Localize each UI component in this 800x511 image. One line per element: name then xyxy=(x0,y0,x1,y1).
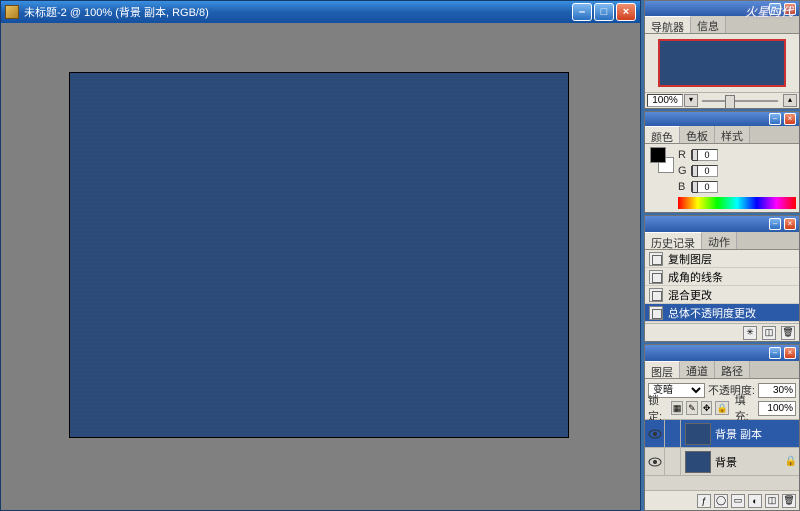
r-label: R xyxy=(678,149,688,161)
layer-row[interactable]: 背景 🔒 xyxy=(645,448,799,476)
layer-mask-icon[interactable]: ◯ xyxy=(714,494,728,508)
layer-name[interactable]: 背景 xyxy=(715,454,783,470)
lock-pixels-icon[interactable]: ✎ xyxy=(686,401,698,415)
adjustment-layer-icon[interactable]: ◐ xyxy=(748,494,762,508)
layers-panel: – × 图层 通道 路径 变暗 不透明度: 锁定: ▦ ✎ ✥ 🔒 填充: xyxy=(644,344,800,511)
history-label: 总体不透明度更改 xyxy=(668,305,756,321)
tab-styles[interactable]: 样式 xyxy=(715,126,750,143)
new-snapshot-icon[interactable]: ✳ xyxy=(743,326,757,340)
window-title: 未标题-2 @ 100% (背景 副本, RGB/8) xyxy=(24,4,572,20)
delete-layer-icon[interactable]: 🗑 xyxy=(782,494,796,508)
panel-minimize-icon[interactable]: – xyxy=(769,113,781,125)
panel-header[interactable]: – × xyxy=(645,216,799,232)
g-value[interactable]: 0 xyxy=(696,165,718,177)
navigator-thumbnail[interactable] xyxy=(658,39,786,87)
tab-swatches[interactable]: 色板 xyxy=(680,126,715,143)
color-spectrum[interactable] xyxy=(678,197,796,209)
opacity-input[interactable] xyxy=(758,383,796,398)
panel-minimize-icon[interactable]: – xyxy=(769,218,781,230)
history-panel: – × 历史记录 动作 复制图层 成角的线条 混合更改 总体不透明度更改 ✳ ◫… xyxy=(644,215,800,342)
layer-style-icon[interactable]: ƒ xyxy=(697,494,711,508)
tab-paths[interactable]: 路径 xyxy=(715,361,750,378)
fill-input[interactable] xyxy=(758,401,796,416)
g-slider[interactable] xyxy=(691,166,693,176)
history-item[interactable]: 总体不透明度更改 xyxy=(645,304,799,322)
layer-name[interactable]: 背景 副本 xyxy=(715,426,799,442)
panel-dock: 火星时代 – × 导航器 信息 ▾ ▴ – × 颜色 色板 样式 xyxy=(644,0,800,511)
minimize-button[interactable]: – xyxy=(572,3,592,21)
panel-header[interactable]: – × xyxy=(645,112,799,126)
history-step-icon xyxy=(649,270,663,284)
layer-thumbnail[interactable] xyxy=(685,451,711,473)
tab-color[interactable]: 颜色 xyxy=(645,126,680,143)
tab-navigator[interactable]: 导航器 xyxy=(645,16,691,33)
panel-header[interactable]: 火星时代 – × xyxy=(645,1,799,16)
history-item[interactable]: 混合更改 xyxy=(645,286,799,304)
new-layer-icon[interactable]: ◫ xyxy=(765,494,779,508)
panel-close-icon[interactable]: × xyxy=(784,347,796,359)
layer-thumbnail[interactable] xyxy=(685,423,711,445)
g-label: G xyxy=(678,165,688,177)
b-slider[interactable] xyxy=(691,182,693,192)
zoom-input[interactable] xyxy=(647,94,683,107)
visibility-toggle[interactable] xyxy=(645,420,665,448)
link-cell[interactable] xyxy=(665,420,681,448)
link-cell[interactable] xyxy=(665,448,681,476)
visibility-toggle[interactable] xyxy=(645,448,665,476)
canvas[interactable] xyxy=(69,72,569,438)
tab-layers[interactable]: 图层 xyxy=(645,361,680,378)
history-label: 混合更改 xyxy=(668,287,712,303)
history-step-icon xyxy=(649,252,663,266)
zoom-slider[interactable] xyxy=(702,96,778,106)
panel-close-icon[interactable]: × xyxy=(784,113,796,125)
titlebar[interactable]: 未标题-2 @ 100% (背景 副本, RGB/8) – □ × xyxy=(1,1,640,23)
panel-close-icon[interactable]: × xyxy=(784,218,796,230)
tab-info[interactable]: 信息 xyxy=(691,16,726,33)
lock-position-icon[interactable]: ✥ xyxy=(701,401,713,415)
color-swatch-pair[interactable] xyxy=(650,147,674,173)
b-label: B xyxy=(678,181,688,193)
tab-channels[interactable]: 通道 xyxy=(680,361,715,378)
lock-transparency-icon[interactable]: ▦ xyxy=(671,401,683,415)
lock-icon: 🔒 xyxy=(783,456,799,467)
lock-all-icon[interactable]: 🔒 xyxy=(715,401,728,415)
history-item[interactable]: 复制图层 xyxy=(645,250,799,268)
color-panel: – × 颜色 色板 样式 R 0 G 0 xyxy=(644,111,800,213)
history-item[interactable]: 成角的线条 xyxy=(645,268,799,286)
watermark: 火星时代 xyxy=(745,3,793,20)
close-button[interactable]: × xyxy=(616,3,636,21)
history-label: 复制图层 xyxy=(668,251,712,267)
new-document-icon[interactable]: ◫ xyxy=(762,326,776,340)
app-icon xyxy=(5,5,19,19)
trash-icon[interactable]: 🗑 xyxy=(781,326,795,340)
zoom-in-icon[interactable]: ▴ xyxy=(783,94,797,107)
history-step-icon xyxy=(649,288,663,302)
tab-history[interactable]: 历史记录 xyxy=(645,232,702,249)
foreground-color-swatch[interactable] xyxy=(650,147,666,163)
layer-row[interactable]: 背景 副本 xyxy=(645,420,799,448)
b-value[interactable]: 0 xyxy=(696,181,718,193)
r-slider[interactable] xyxy=(691,150,693,160)
maximize-button[interactable]: □ xyxy=(594,3,614,21)
tab-actions[interactable]: 动作 xyxy=(702,232,737,249)
layer-list: 背景 副本 背景 🔒 xyxy=(645,420,799,476)
navigator-panel: 火星时代 – × 导航器 信息 ▾ ▴ xyxy=(644,0,800,109)
panel-header[interactable]: – × xyxy=(645,345,799,361)
history-step-icon xyxy=(649,306,663,320)
history-label: 成角的线条 xyxy=(668,269,723,285)
new-group-icon[interactable]: ▭ xyxy=(731,494,745,508)
panel-minimize-icon[interactable]: – xyxy=(769,347,781,359)
zoom-out-icon[interactable]: ▾ xyxy=(684,94,698,107)
document-window: 未标题-2 @ 100% (背景 副本, RGB/8) – □ × xyxy=(0,0,641,511)
r-value[interactable]: 0 xyxy=(696,149,718,161)
